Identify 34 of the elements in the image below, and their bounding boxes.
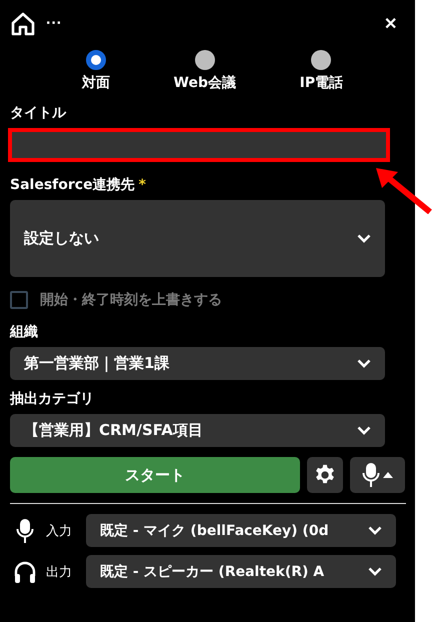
chevron-icon — [368, 567, 382, 576]
microphone-icon — [16, 518, 34, 544]
checkbox-label: 開始・終了時刻を上書きする — [40, 291, 222, 309]
caret-icon — [383, 472, 393, 478]
required-mark: * — [138, 177, 146, 193]
checkbox[interactable] — [10, 291, 28, 309]
field-label: 抽出カテゴリ — [10, 390, 95, 408]
device-select[interactable]: 既定 - マイク (bellFaceKey) (0d — [86, 514, 396, 547]
field-label: Salesforce連携先 — [10, 177, 135, 193]
meeting-type-option[interactable]: Web会議 — [174, 50, 236, 92]
device-label: 入力 — [46, 522, 73, 540]
settings-button[interactable] — [307, 457, 343, 493]
device-select[interactable]: 既定 - スピーカー (Realtek(R) A — [86, 555, 396, 588]
meeting-type-option[interactable]: IP電話 — [300, 50, 344, 92]
close-button[interactable]: ✕ — [384, 14, 397, 34]
microphone-icon — [362, 462, 380, 488]
chevron-icon — [368, 526, 382, 535]
chevron-icon — [357, 359, 371, 368]
chevron-icon — [357, 426, 371, 435]
settings-icon — [314, 464, 336, 486]
more-button[interactable]: ··· — [46, 15, 62, 33]
device-label: 出力 — [46, 564, 73, 580]
home-icon — [10, 12, 36, 36]
salesforce-select[interactable]: 設定しない — [10, 200, 385, 277]
start-button[interactable]: スタート — [10, 457, 300, 493]
meeting-type-option[interactable]: 対面 — [82, 50, 110, 92]
field-label: 組織 — [10, 323, 39, 341]
category-select[interactable]: 【営業用】CRM/SFA項目 — [10, 414, 385, 447]
field-label: タイトル — [10, 104, 68, 122]
headphones-icon — [13, 560, 37, 584]
organization-select[interactable]: 第一営業部｜営業1課 — [10, 347, 385, 380]
microphone-button[interactable] — [350, 457, 405, 493]
home-button[interactable] — [10, 12, 36, 36]
chevron-icon — [357, 234, 371, 243]
